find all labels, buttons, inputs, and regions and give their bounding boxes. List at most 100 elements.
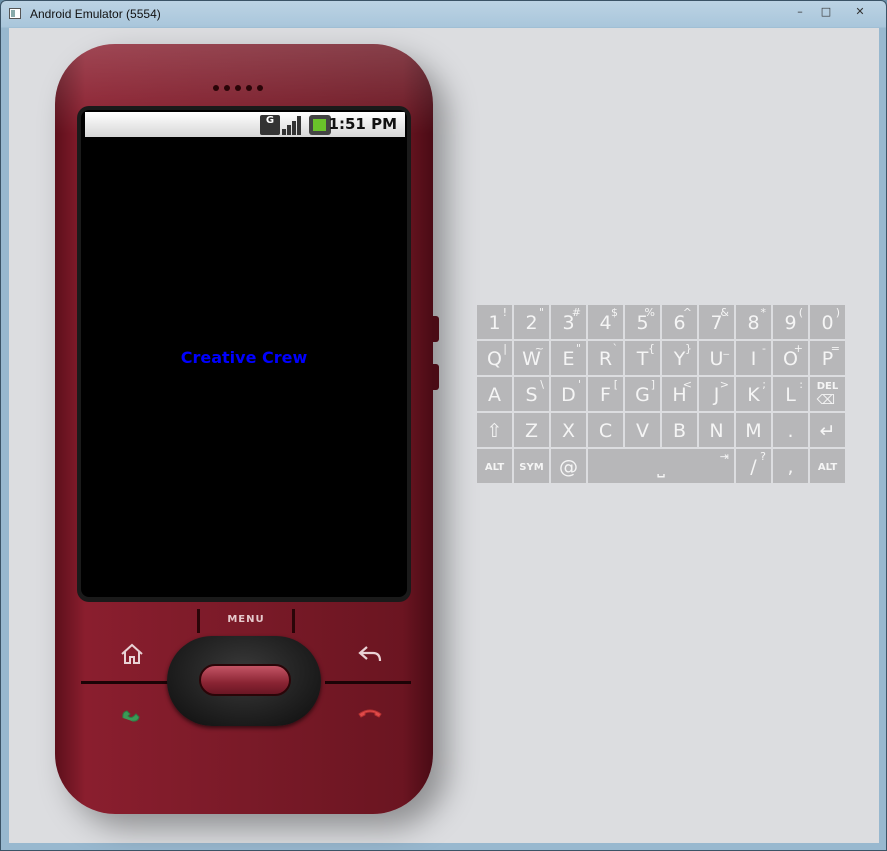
key-2-4[interactable]: G] bbox=[625, 377, 660, 411]
key-0-8[interactable]: 9( bbox=[773, 305, 808, 339]
key-1-2[interactable]: E " bbox=[551, 341, 586, 375]
key-shift-label: ^ bbox=[682, 306, 692, 319]
signal-strength-icon bbox=[282, 115, 304, 135]
title-bar[interactable]: Android Emulator (5554) – □ ✕ bbox=[1, 1, 886, 28]
key-4-2[interactable]: @ bbox=[551, 449, 586, 483]
key-shift-label: # bbox=[571, 306, 581, 319]
key-2-0[interactable]: A bbox=[477, 377, 512, 411]
key-1-9[interactable]: P = bbox=[810, 341, 845, 375]
key-label: M bbox=[745, 420, 762, 442]
key-0-2[interactable]: 3 # bbox=[551, 305, 586, 339]
key-1-1[interactable]: W ~ bbox=[514, 341, 549, 375]
key-shift-label: ( bbox=[798, 306, 803, 319]
key-3-5[interactable]: B bbox=[662, 413, 697, 447]
screen-bezel: G 1:51 PM Creative Crew bbox=[77, 106, 411, 602]
key-0-0[interactable]: 1! bbox=[477, 305, 512, 339]
key-1-6[interactable]: U _ bbox=[699, 341, 734, 375]
key-0-3[interactable]: 4 $ bbox=[588, 305, 623, 339]
key-3-7[interactable]: M bbox=[736, 413, 771, 447]
key-shift-label: > bbox=[719, 378, 729, 391]
device-screen[interactable]: G 1:51 PM Creative Crew bbox=[81, 110, 407, 597]
key-shift-label: [ bbox=[613, 378, 618, 391]
emulator-client-area: G 1:51 PM Creative Crew MENU 1 ! 2 " 3 #… bbox=[9, 28, 879, 843]
volume-up-button[interactable] bbox=[433, 316, 439, 342]
key-4-0[interactable]: ALT bbox=[477, 449, 512, 483]
key-2-6[interactable]: J > bbox=[699, 377, 734, 411]
key-4-6[interactable]: ALT bbox=[810, 449, 845, 483]
key-1-4[interactable]: T{ bbox=[625, 341, 660, 375]
key-shift-label: ; bbox=[762, 378, 766, 391]
key-1-7[interactable]: I- bbox=[736, 341, 771, 375]
emulator-keyboard: 1! 2 " 3 #4 $5% 6 ^ 7 & 8 * 9(0) Q | W ~ E " R ` T{Y} U _ I - O + P =… bbox=[477, 305, 846, 483]
key-shift-label: ⇥ bbox=[719, 450, 729, 463]
key-0-6[interactable]: 7 & bbox=[699, 305, 734, 339]
key-shift-label: " bbox=[538, 306, 544, 319]
key-shift-label: % bbox=[644, 306, 655, 319]
key-label: N bbox=[709, 420, 724, 442]
key-1-0[interactable]: Q | bbox=[477, 341, 512, 375]
key-3-1[interactable]: Z bbox=[514, 413, 549, 447]
menu-button[interactable]: MENU bbox=[197, 609, 295, 633]
key-0-1[interactable]: 2 " bbox=[514, 305, 549, 339]
key-2-8[interactable]: L: bbox=[773, 377, 808, 411]
key-0-5[interactable]: 6 ^ bbox=[662, 305, 697, 339]
key-shift-label: ? bbox=[760, 450, 766, 463]
key-0-9[interactable]: 0) bbox=[810, 305, 845, 339]
back-button[interactable] bbox=[355, 639, 385, 669]
key-shift-label: ] bbox=[650, 378, 655, 391]
key-4-4[interactable]: /? bbox=[736, 449, 771, 483]
key-4-3[interactable]: ⎵ ⇥ bbox=[588, 449, 734, 483]
key-2-5[interactable]: H < bbox=[662, 377, 697, 411]
end-call-button[interactable] bbox=[355, 698, 385, 728]
minimize-button[interactable]: – bbox=[789, 4, 811, 20]
home-button[interactable] bbox=[117, 639, 147, 669]
key-3-8[interactable]: . bbox=[773, 413, 808, 447]
trackball-ring bbox=[167, 636, 321, 726]
key-2-2[interactable]: D ' bbox=[551, 377, 586, 411]
key-3-9[interactable]: ↵ bbox=[810, 413, 845, 447]
key-0-4[interactable]: 5% bbox=[625, 305, 660, 339]
volume-down-button[interactable] bbox=[433, 364, 439, 390]
earpiece-speaker bbox=[213, 76, 273, 91]
phone-body: G 1:51 PM Creative Crew MENU bbox=[55, 44, 433, 814]
key-3-0[interactable]: ⇧ bbox=[477, 413, 512, 447]
key-shift-label: ) bbox=[835, 306, 840, 319]
key-1-8[interactable]: O + bbox=[773, 341, 808, 375]
key-2-9[interactable]: DEL ⌫ bbox=[810, 377, 845, 411]
menu-label: MENU bbox=[227, 614, 265, 625]
key-4-1[interactable]: SYM bbox=[514, 449, 549, 483]
window-app-icon bbox=[9, 8, 21, 19]
key-3-6[interactable]: N bbox=[699, 413, 734, 447]
close-button[interactable]: ✕ bbox=[848, 4, 872, 20]
back-arrow-icon bbox=[358, 646, 382, 662]
key-shift-label: - bbox=[762, 342, 766, 355]
key-shift-label: ' bbox=[577, 378, 581, 391]
key-1-3[interactable]: R ` bbox=[588, 341, 623, 375]
window-title: Android Emulator (5554) bbox=[30, 7, 161, 21]
key-2-3[interactable]: F[ bbox=[588, 377, 623, 411]
key-shift-label: ⌫ bbox=[816, 393, 835, 408]
trackball[interactable] bbox=[199, 664, 291, 696]
key-2-1[interactable]: S \ bbox=[514, 377, 549, 411]
key-label: C bbox=[598, 420, 613, 442]
key-1-5[interactable]: Y} bbox=[662, 341, 697, 375]
key-3-3[interactable]: C bbox=[588, 413, 623, 447]
key-shift-label: < bbox=[682, 378, 692, 391]
network-type-icon: G bbox=[260, 115, 280, 135]
key-label: , bbox=[787, 456, 794, 478]
key-3-4[interactable]: V bbox=[625, 413, 660, 447]
phone-call-icon bbox=[122, 710, 140, 722]
key-label: Z bbox=[524, 420, 539, 442]
key-3-2[interactable]: X bbox=[551, 413, 586, 447]
call-button[interactable] bbox=[117, 698, 147, 728]
key-shift-label: : bbox=[799, 378, 803, 391]
key-4-5[interactable]: , bbox=[773, 449, 808, 483]
key-2-7[interactable]: K; bbox=[736, 377, 771, 411]
key-0-7[interactable]: 8 * bbox=[736, 305, 771, 339]
maximize-button[interactable]: □ bbox=[815, 4, 837, 20]
key-shift-label: = bbox=[830, 342, 840, 355]
key-label: SYM bbox=[519, 462, 544, 473]
status-time: 1:51 PM bbox=[328, 115, 397, 133]
key-shift-label: ` bbox=[612, 342, 619, 355]
key-label: A bbox=[488, 384, 501, 406]
